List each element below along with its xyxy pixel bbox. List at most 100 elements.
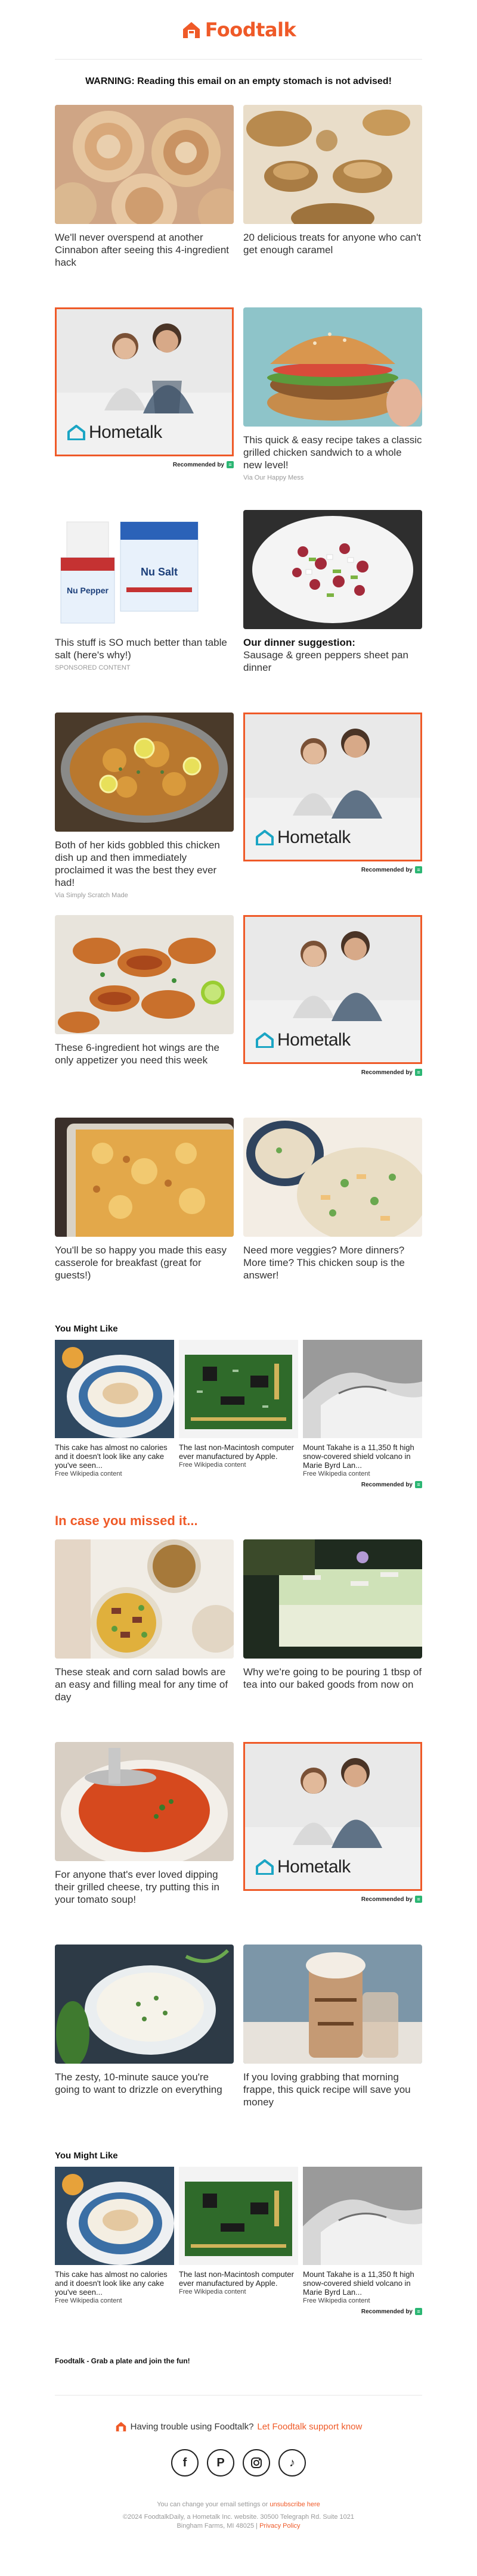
article-title[interactable]: This quick & easy recipe takes a classic… xyxy=(243,434,422,471)
recommendation-item[interactable]: This cake has almost no calories and it … xyxy=(55,1340,174,1477)
settings-text: You can change your email settings or xyxy=(157,2501,268,2508)
foodtalk-logo[interactable]: Foodtalk xyxy=(181,18,296,41)
article-grid-2: These steak and corn salad bowls are an … xyxy=(55,1539,422,2147)
recommendation-title[interactable]: This cake has almost no calories and it … xyxy=(55,2270,174,2297)
article-title[interactable]: This stuff is SO much better than table … xyxy=(55,636,234,661)
article-title[interactable]: Need more veggies? More dinners? More ti… xyxy=(243,1244,422,1281)
support-line: Having trouble using Foodtalk? Let Foodt… xyxy=(0,2421,477,2432)
article-card[interactable]: Both of her kids gobbled this chicken di… xyxy=(55,713,234,915)
recommendation-image[interactable] xyxy=(55,2167,174,2265)
recommendation-image[interactable] xyxy=(179,1340,298,1438)
article-image[interactable] xyxy=(55,105,234,224)
article-title[interactable]: Why we're going to be pouring 1 tbsp of … xyxy=(243,1666,422,1691)
article-card[interactable]: We'll never overspend at another Cinnabo… xyxy=(55,105,234,307)
hometalk-house-icon xyxy=(256,1859,274,1875)
recommendation-title[interactable]: The last non-Macintosh computer ever man… xyxy=(179,2270,298,2288)
article-card[interactable]: These steak and corn salad bowls are an … xyxy=(55,1539,234,1742)
article-title[interactable]: 20 delicious treats for anyone who can't… xyxy=(243,231,422,256)
hometalk-ad[interactable]: Hometalk xyxy=(243,1742,422,1891)
article-card[interactable]: This quick & easy recipe takes a classic… xyxy=(243,307,422,510)
article-image[interactable] xyxy=(243,105,422,224)
article-image[interactable] xyxy=(55,1945,234,2064)
unsubscribe-link[interactable]: unsubscribe here xyxy=(270,2501,320,2508)
hometalk-wordmark: Hometalk xyxy=(89,422,162,442)
recommendation-item[interactable]: The last non-Macintosh computer ever man… xyxy=(179,1340,298,1477)
recommended-by-label: Recommended by xyxy=(361,1481,413,1488)
article-title[interactable]: If you loving grabbing that morning frap… xyxy=(243,2071,422,2108)
hometalk-ad-card[interactable]: Hometalk Recommended by ≡ xyxy=(55,307,234,510)
recommended-by-label: Recommended by xyxy=(361,1069,413,1076)
support-link[interactable]: Let Foodtalk support know xyxy=(257,2422,362,2432)
hometalk-wordmark: Hometalk xyxy=(277,1857,351,1877)
article-image[interactable]: Nu Pepper Nu Salt xyxy=(55,510,234,629)
article-source: Via Simply Scratch Made xyxy=(55,892,128,899)
outbrain-icon: ≡ xyxy=(415,1896,422,1903)
recommendation-item[interactable]: The last non-Macintosh computer ever man… xyxy=(179,2167,298,2304)
hometalk-ad[interactable]: Hometalk xyxy=(243,713,422,861)
hometalk-ad[interactable]: Hometalk xyxy=(55,307,234,456)
article-image[interactable] xyxy=(243,1118,422,1237)
article-card[interactable]: If you loving grabbing that morning frap… xyxy=(243,1945,422,2147)
recommended-by[interactable]: Recommended by ≡ xyxy=(55,1481,422,1488)
article-image[interactable] xyxy=(55,915,234,1034)
recommendation-item[interactable]: Mount Takahe is a 11,350 ft high snow-co… xyxy=(303,2167,422,2304)
recommendation-title[interactable]: The last non-Macintosh computer ever man… xyxy=(179,1443,298,1461)
recommended-by[interactable]: Recommended by ≡ xyxy=(243,1069,422,1076)
nu-salt-label: Nu Salt xyxy=(141,566,178,578)
hometalk-ad[interactable]: Hometalk xyxy=(243,915,422,1064)
recommendation-title[interactable]: This cake has almost no calories and it … xyxy=(55,1443,174,1470)
article-card[interactable]: For anyone that's ever loved dipping the… xyxy=(55,1742,234,1945)
privacy-policy-link[interactable]: Privacy Policy xyxy=(259,2522,300,2530)
article-image[interactable] xyxy=(55,1742,234,1861)
recommendation-image[interactable] xyxy=(179,2167,298,2265)
article-card[interactable]: The zesty, 10-minute sauce you're going … xyxy=(55,1945,234,2147)
article-title[interactable]: Our dinner suggestion: Sausage & green p… xyxy=(243,636,422,674)
article-image[interactable] xyxy=(55,1118,234,1237)
article-card[interactable]: You'll be so happy you made this easy ca… xyxy=(55,1118,234,1320)
recommended-by[interactable]: Recommended by ≡ xyxy=(243,1896,422,1903)
article-card[interactable]: Our dinner suggestion: Sausage & green p… xyxy=(243,510,422,713)
article-card[interactable]: 20 delicious treats for anyone who can't… xyxy=(243,105,422,307)
recommendation-item[interactable]: Mount Takahe is a 11,350 ft high snow-co… xyxy=(303,1340,422,1477)
article-title[interactable]: The zesty, 10-minute sauce you're going … xyxy=(55,2071,234,2096)
article-image[interactable] xyxy=(243,1539,422,1659)
recommendation-image[interactable] xyxy=(55,1340,174,1438)
article-title[interactable]: For anyone that's ever loved dipping the… xyxy=(55,1868,234,1906)
recommended-by[interactable]: Recommended by ≡ xyxy=(55,2308,422,2315)
footer-address: ©2024 FoodtalkDaily, a Hometalk Inc. web… xyxy=(0,2513,477,2531)
recommendation-title[interactable]: Mount Takahe is a 11,350 ft high snow-co… xyxy=(303,2270,422,2297)
article-title[interactable]: Both of her kids gobbled this chicken di… xyxy=(55,839,234,889)
tiktok-icon[interactable]: ♪ xyxy=(278,2449,306,2477)
recommendation-title[interactable]: Mount Takahe is a 11,350 ft high snow-co… xyxy=(303,1443,422,1470)
facebook-icon[interactable]: f xyxy=(171,2449,199,2477)
nu-pepper-label: Nu Pepper xyxy=(67,586,109,595)
article-title[interactable]: We'll never overspend at another Cinnabo… xyxy=(55,231,234,269)
recommended-by[interactable]: Recommended by ≡ xyxy=(243,866,422,873)
article-card[interactable]: Why we're going to be pouring 1 tbsp of … xyxy=(243,1539,422,1742)
article-title[interactable]: You'll be so happy you made this easy ca… xyxy=(55,1244,234,1281)
article-title[interactable]: These 6-ingredient hot wings are the onl… xyxy=(55,1041,234,1066)
recommendation-source: Free Wikipedia content xyxy=(303,2297,370,2304)
article-image[interactable] xyxy=(243,1945,422,2064)
hometalk-wordmark: Hometalk xyxy=(277,827,351,847)
hometalk-ad-card[interactable]: Hometalk Recommended by ≡ xyxy=(243,713,422,915)
article-image[interactable] xyxy=(55,713,234,832)
article-title[interactable]: These steak and corn salad bowls are an … xyxy=(55,1666,234,1703)
recommendation-item[interactable]: This cake has almost no calories and it … xyxy=(55,2167,174,2304)
article-image[interactable] xyxy=(55,1539,234,1659)
article-grid-1: We'll never overspend at another Cinnabo… xyxy=(55,105,422,1320)
hometalk-logo: Hometalk xyxy=(256,1857,351,1877)
recommended-by[interactable]: Recommended by ≡ xyxy=(55,461,234,468)
pinterest-icon[interactable]: P xyxy=(207,2449,234,2477)
support-text: Having trouble using Foodtalk? xyxy=(130,2421,254,2432)
article-card[interactable]: Need more veggies? More dinners? More ti… xyxy=(243,1118,422,1320)
recommendation-image[interactable] xyxy=(303,2167,422,2265)
sponsored-card[interactable]: Nu Pepper Nu Salt This stuff is SO much … xyxy=(55,510,234,713)
article-image[interactable] xyxy=(243,510,422,629)
article-card[interactable]: These 6-ingredient hot wings are the onl… xyxy=(55,915,234,1118)
hometalk-ad-card[interactable]: Hometalk Recommended by ≡ xyxy=(243,1742,422,1945)
recommendation-image[interactable] xyxy=(303,1340,422,1438)
instagram-icon[interactable] xyxy=(243,2449,270,2477)
hometalk-ad-card[interactable]: Hometalk Recommended by ≡ xyxy=(243,915,422,1118)
article-image[interactable] xyxy=(243,307,422,427)
